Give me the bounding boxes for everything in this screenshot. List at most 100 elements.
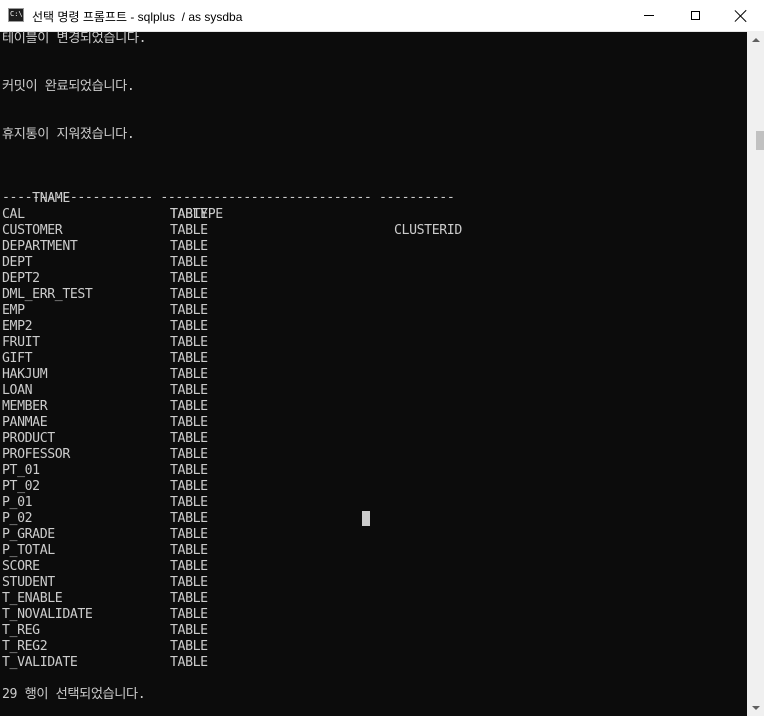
- cell-tname: DEPARTMENT: [2, 239, 78, 254]
- table-row: T_VALIDATE TABLE: [2, 655, 602, 671]
- cell-tname: PROFESSOR: [2, 447, 70, 462]
- vertical-scrollbar[interactable]: [747, 31, 764, 716]
- table-row: FRUIT TABLE: [2, 335, 602, 351]
- message-recyclebin-purged: 휴지통이 지워졌습니다.: [2, 127, 135, 142]
- cell-tabtype: TABLE: [170, 239, 208, 254]
- cell-tabtype: TABLE: [170, 335, 208, 350]
- cell-tabtype: TABLE: [170, 575, 208, 590]
- table-row: T_ENABLE TABLE: [2, 591, 602, 607]
- cell-tabtype: TABLE: [170, 639, 208, 654]
- maximize-button[interactable]: [672, 0, 718, 31]
- cell-tabtype: TABLE: [170, 303, 208, 318]
- table-row: CUSTOMER TABLE: [2, 223, 602, 239]
- cell-tname: STUDENT: [2, 575, 55, 590]
- table-row: PT_01 TABLE: [2, 463, 602, 479]
- maximize-icon: [690, 11, 700, 20]
- table-row: SCORE TABLE: [2, 559, 602, 575]
- table-row: P_TOTAL TABLE: [2, 543, 602, 559]
- cell-tname: CAL: [2, 207, 25, 222]
- cell-tabtype: TABLE: [170, 431, 208, 446]
- table-row: PT_02 TABLE: [2, 479, 602, 495]
- cell-tabtype: TABLE: [170, 271, 208, 286]
- cell-tabtype: TABLE: [170, 287, 208, 302]
- cell-tname: EMP2: [2, 319, 33, 334]
- table-row: GIFT TABLE: [2, 351, 602, 367]
- window-title: 선택 명령 프롬프트 - sqlplus / as sysdba: [32, 10, 243, 24]
- cell-tname: T_REG2: [2, 639, 48, 654]
- cell-tabtype: TABLE: [170, 655, 208, 670]
- cell-tabtype: TABLE: [170, 463, 208, 478]
- table-row: T_REG2 TABLE: [2, 639, 602, 655]
- scroll-down-button[interactable]: [747, 699, 764, 716]
- cell-tabtype: TABLE: [170, 351, 208, 366]
- message-table-changed: 테이블이 변경되었습니다.: [2, 31, 147, 46]
- table-header-row: TNAME TABTYPE CLUSTERID: [2, 175, 602, 238]
- text-cursor: [362, 511, 370, 526]
- table-row: T_REG TABLE: [2, 623, 602, 639]
- cell-tabtype: TABLE: [170, 319, 208, 334]
- table-row: P_02 TABLE: [2, 511, 602, 527]
- table-row: DML_ERR_TEST TABLE: [2, 287, 602, 303]
- cell-tabtype: TABLE: [170, 447, 208, 462]
- cell-tabtype: TABLE: [170, 495, 208, 510]
- message-rows-selected: 29 행이 선택되었습니다.: [2, 687, 146, 702]
- cell-tabtype: TABLE: [170, 223, 208, 238]
- table-row: EMP2 TABLE: [2, 319, 602, 335]
- close-button[interactable]: [718, 0, 764, 31]
- table-row: DEPT2 TABLE: [2, 271, 602, 287]
- table-row: P_01 TABLE: [2, 495, 602, 511]
- cell-tabtype: TABLE: [170, 623, 208, 638]
- cell-tname: DEPT2: [2, 271, 40, 286]
- cell-tname: DEPT: [2, 255, 33, 270]
- cmd-icon[interactable]: [8, 8, 24, 22]
- cell-tname: P_GRADE: [2, 527, 55, 542]
- cell-tabtype: TABLE: [170, 207, 208, 222]
- table-row: STUDENT TABLE: [2, 575, 602, 591]
- table-row: DEPT TABLE: [2, 255, 602, 271]
- table-row: DEPARTMENT TABLE: [2, 239, 602, 255]
- cell-tname: HAKJUM: [2, 367, 48, 382]
- cell-tname: T_ENABLE: [2, 591, 63, 606]
- scroll-up-button[interactable]: [747, 31, 764, 48]
- minimize-button[interactable]: [626, 0, 672, 31]
- title-bar[interactable]: 선택 명령 프롬프트 - sqlplus / as sysdba: [0, 0, 764, 32]
- table-row: PRODUCT TABLE: [2, 431, 602, 447]
- cell-tabtype: TABLE: [170, 591, 208, 606]
- cell-tname: T_VALIDATE: [2, 655, 78, 670]
- cell-tname: T_NOVALIDATE: [2, 607, 93, 622]
- table-row: PROFESSOR TABLE: [2, 447, 602, 463]
- table-row: P_GRADE TABLE: [2, 527, 602, 543]
- cell-tabtype: TABLE: [170, 527, 208, 542]
- close-icon: [735, 10, 747, 22]
- table-row: PANMAE TABLE: [2, 415, 602, 431]
- cell-tabtype: TABLE: [170, 255, 208, 270]
- cell-tabtype: TABLE: [170, 543, 208, 558]
- console-output[interactable]: 테이블이 변경되었습니다. 커밋이 완료되었습니다. 휴지통이 지워졌습니다. …: [0, 31, 747, 716]
- cell-tname: LOAN: [2, 383, 33, 398]
- cell-tabtype: TABLE: [170, 399, 208, 414]
- cell-tabtype: TABLE: [170, 559, 208, 574]
- table-row: LOAN TABLE: [2, 383, 602, 399]
- cell-tname: EMP: [2, 303, 25, 318]
- cell-tname: DML_ERR_TEST: [2, 287, 93, 302]
- minimize-icon: [644, 15, 654, 16]
- cell-tabtype: TABLE: [170, 367, 208, 382]
- scroll-thumb[interactable]: [756, 131, 764, 150]
- cell-tabtype: TABLE: [170, 511, 208, 526]
- cell-tabtype: TABLE: [170, 383, 208, 398]
- message-commit-done: 커밋이 완료되었습니다.: [2, 79, 135, 94]
- table-row: CAL TABLE: [2, 207, 602, 223]
- cell-tname: P_02: [2, 511, 33, 526]
- cell-tname: CUSTOMER: [2, 223, 63, 238]
- table-row: MEMBER TABLE: [2, 399, 602, 415]
- arrow-down-icon: [751, 705, 760, 710]
- cell-tabtype: TABLE: [170, 479, 208, 494]
- cell-tname: GIFT: [2, 351, 33, 366]
- table-row: T_NOVALIDATE TABLE: [2, 607, 602, 623]
- table-header-separator: -------------------- -------------------…: [2, 190, 455, 205]
- cell-tname: PT_01: [2, 463, 40, 478]
- cell-tname: P_01: [2, 495, 33, 510]
- cell-tname: PRODUCT: [2, 431, 55, 446]
- cell-tname: FRUIT: [2, 335, 40, 350]
- cell-tname: SCORE: [2, 559, 40, 574]
